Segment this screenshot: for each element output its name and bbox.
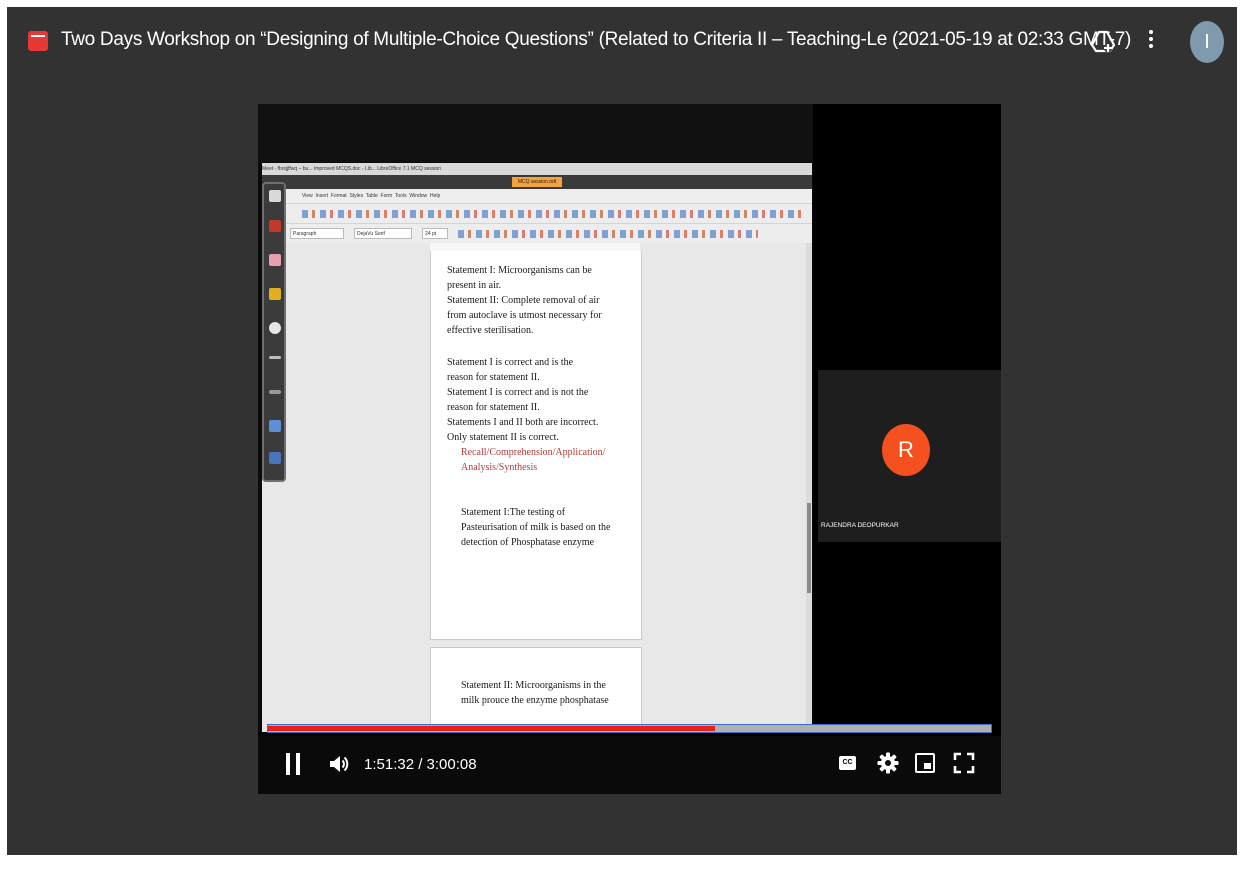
account-avatar[interactable]: I — [1190, 21, 1224, 63]
eraser-tool-icon — [269, 254, 281, 266]
menu-item: Window — [409, 193, 428, 199]
fullscreen-icon[interactable] — [953, 752, 975, 774]
miniplayer-icon[interactable] — [915, 753, 935, 773]
doc-line: effective sterilisation. — [447, 325, 534, 336]
document-page: Statement II: Microorganisms in the milk… — [430, 647, 642, 732]
font-name-select: DejaVu Serif — [354, 228, 412, 239]
line-tool-icon — [269, 356, 281, 359]
doc-line: from autoclave is utmost necessary for — [447, 310, 602, 321]
separator-tool-icon — [269, 390, 281, 394]
scrollbar-thumb — [807, 503, 811, 593]
time-display: 1:51:32 / 3:00:08 — [364, 756, 477, 773]
menu-item: Tools — [394, 193, 407, 199]
participant-avatar: R — [882, 424, 930, 476]
doc-line: Statement II: Microorganisms in the — [461, 680, 606, 691]
doc-line: reason for statement II. — [447, 402, 540, 413]
closed-captions-icon[interactable]: CC — [839, 756, 856, 770]
doc-line: Pasteurisation of milk is based on the — [461, 522, 611, 533]
doc-line: milk prouce the enzyme phosphatase — [461, 695, 609, 706]
toolbar-icons — [302, 210, 802, 218]
document-page: Statement I: Microorganisms can be prese… — [430, 251, 642, 640]
doc-line: Statement I is correct and is not the — [447, 387, 589, 398]
pen-tool-icon — [269, 220, 281, 232]
menu-item: Insert — [315, 193, 329, 199]
player-controls: 1:51:32 / 3:00:08 CC — [258, 736, 1001, 794]
doc-line: Statement II: Complete removal of air — [447, 295, 600, 306]
video-player[interactable]: Meet - fbrsjjffwq – bu... Improved MCQS.… — [258, 104, 1001, 794]
select-tool-icon — [269, 190, 281, 202]
office-title-text: MCQ session.odt — [511, 177, 563, 187]
menu-item: Format — [330, 193, 347, 199]
capture-tool-icon — [269, 452, 281, 464]
add-to-drive-icon[interactable] — [1090, 29, 1116, 55]
volume-icon[interactable] — [328, 753, 350, 775]
annotation-tools-panel — [262, 182, 286, 482]
shared-taskbar: Meet - fbrsjjffwq – bu... Improved MCQS.… — [262, 163, 812, 175]
top-bar: Two Days Workshop on “Designing of Multi… — [7, 7, 1237, 73]
menu-item: View — [302, 193, 313, 199]
seek-bar-progress — [268, 726, 715, 731]
taxonomy-line: Recall/Comprehension/Application/ — [461, 447, 606, 458]
doc-line: Statement I is correct and is the — [447, 357, 574, 368]
video-title: Two Days Workshop on “Designing of Multi… — [61, 29, 1132, 50]
office-toolbar-formatting: Paragraph DejaVu Serif 24 pt — [262, 223, 812, 244]
menu-item: Form — [380, 193, 393, 199]
pause-icon[interactable] — [286, 753, 300, 775]
menu-item: Table — [365, 193, 378, 199]
highlighter-tool-icon — [269, 288, 281, 300]
paragraph-style-select: Paragraph — [290, 228, 344, 239]
doc-line: Statements I and II both are incorrect. — [447, 417, 599, 428]
document-area: Statement I: Microorganisms can be prese… — [262, 243, 812, 732]
doc-line: detection of Phosphatase enzyme — [461, 537, 595, 548]
pointer-tool-icon — [269, 322, 281, 334]
menu-item: Help — [429, 193, 441, 199]
participant-tile: R RAJENDRA DEOPURKAR — [818, 370, 1001, 542]
more-options-icon[interactable] — [1145, 27, 1157, 57]
participants-area: R RAJENDRA DEOPURKAR — [813, 104, 1001, 732]
formatting-icons — [458, 230, 758, 238]
doc-line: present in air. — [447, 280, 502, 291]
screen-tool-icon — [269, 420, 281, 432]
document-scrollbar — [806, 243, 812, 732]
office-titlebar: MCQ session.odt — [262, 175, 812, 189]
taxonomy-line: Analysis/Synthesis — [461, 462, 538, 473]
office-menubar: View Insert Format Styles Table Form Too… — [262, 189, 812, 203]
font-size-select: 24 pt — [422, 228, 448, 239]
office-toolbar-standard — [262, 203, 812, 224]
video-file-icon — [28, 31, 48, 51]
doc-line: Statement I: Microorganisms can be — [447, 265, 592, 276]
gear-icon[interactable] — [877, 752, 899, 774]
seek-bar[interactable] — [267, 724, 992, 733]
doc-line: Statement I:The testing of — [461, 507, 566, 518]
menu-item: Styles — [349, 193, 364, 199]
participant-name: RAJENDRA DEOPURKAR — [821, 522, 899, 529]
screen-top-area — [258, 104, 813, 162]
shared-screen: Meet - fbrsjjffwq – bu... Improved MCQS.… — [258, 104, 813, 732]
doc-line: reason for statement II. — [447, 372, 540, 383]
video-viewer: Two Days Workshop on “Designing of Multi… — [7, 7, 1237, 855]
doc-line: Only statement II is correct. — [447, 432, 559, 443]
